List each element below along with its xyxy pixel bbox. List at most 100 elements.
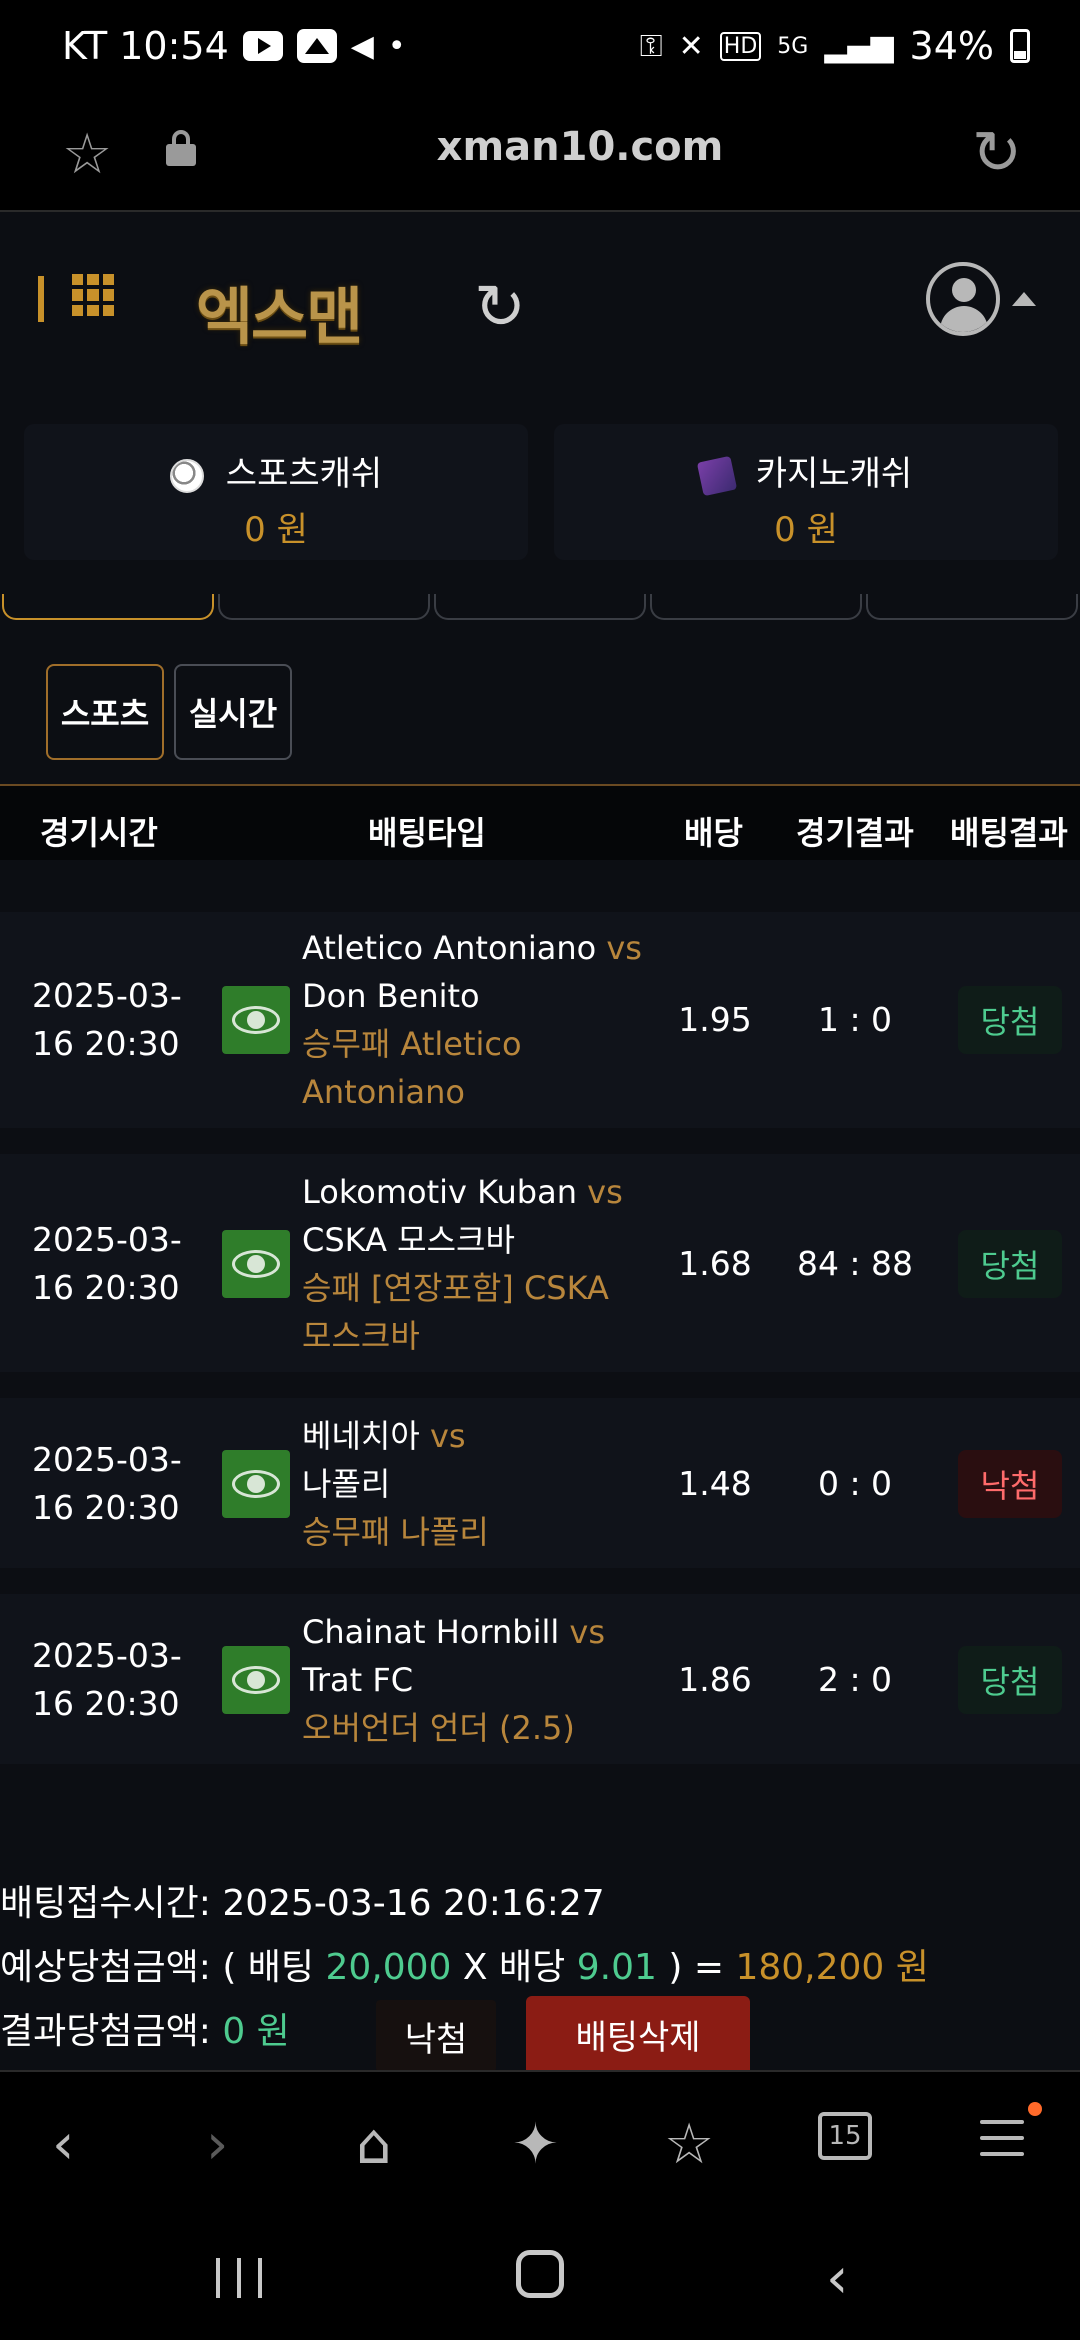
row-time-date: 2025-03- [32, 976, 182, 1015]
casino-cash-amount: 0 원 [774, 510, 838, 550]
sparkle-icon[interactable]: ✦ [512, 2112, 559, 2177]
row-description: Lokomotiv Kuban vs CSKA 모스크바 승패 [연장포함] C… [302, 1168, 642, 1360]
menu-grid-icon[interactable] [72, 274, 114, 316]
eye-icon[interactable] [222, 986, 290, 1054]
row-description: Atletico Antoniano vs Don Benito 승무패 Atl… [302, 924, 642, 1116]
row-time-date: 2025-03- [32, 1440, 182, 1479]
close-eq: ) = [668, 1947, 724, 1988]
browser-toolbar: ‹ › ⌂ ✦ ☆ 15 [0, 2070, 1080, 2210]
total-odds: 9.01 [576, 1947, 657, 1988]
vs-label: vs [429, 1417, 466, 1455]
delete-bet-button[interactable]: 배팅삭제 [526, 1996, 750, 2072]
signal-icon: ▂▄▆ [824, 28, 894, 64]
menu-icon[interactable] [980, 2120, 1024, 2168]
row-time-date: 2025-03- [32, 1220, 182, 1259]
open-paren: ( 배팅 [222, 1947, 315, 1988]
tab-slot-2[interactable] [218, 594, 430, 620]
status-left: KT 10:54 ◀ • [62, 24, 406, 68]
dot-icon: • [387, 28, 406, 64]
home-team: Lokomotiv Kuban [302, 1173, 577, 1211]
away-team: CSKA 모스크바 [302, 1221, 515, 1259]
hd-icon: HD [719, 31, 762, 61]
table-row: 2025-03- 16 20:30 Chainat Hornbill vs Tr… [0, 1594, 1080, 1764]
table-header: 경기시간 배팅타입 배당 경기결과 배팅결과 [0, 786, 1080, 860]
youtube-icon [242, 31, 283, 61]
battery-icon [1010, 29, 1030, 63]
tab-slot-4[interactable] [650, 594, 862, 620]
row-time-hour: 16 20:30 [32, 1684, 180, 1723]
row-score: 0 : 0 [817, 1464, 893, 1503]
row-time: 2025-03- 16 20:30 [32, 972, 182, 1068]
bet-pick: 승무패 나폴리 [302, 1513, 489, 1551]
sports-cash-label: 스포츠캐쉬 [225, 454, 383, 494]
row-odds: 1.48 [678, 1464, 752, 1503]
row-time-hour: 16 20:30 [32, 1024, 180, 1063]
battery-percent: 34% [909, 24, 994, 68]
row-time: 2025-03- 16 20:30 [32, 1632, 182, 1728]
key-icon: ⚿ [639, 28, 663, 64]
reload-icon[interactable]: ↻ [972, 118, 1022, 188]
url-field[interactable]: xman10.com [0, 124, 1080, 170]
bet-pick: 승무패 Atletico [302, 1025, 522, 1063]
header-bet-result: 배팅결과 [950, 814, 1068, 852]
tab-slot-5[interactable] [866, 594, 1078, 620]
row-score: 84 : 88 [796, 1244, 914, 1283]
row-time: 2025-03- 16 20:30 [32, 1436, 182, 1532]
row-score: 2 : 0 [817, 1660, 893, 1699]
user-avatar-icon[interactable] [926, 262, 1000, 336]
bookmarks-icon[interactable]: ☆ [664, 2112, 714, 2177]
bet-amount: 20,000 [325, 1947, 452, 1988]
result-win-line: 결과당첨금액: 0 원 [0, 2002, 290, 2054]
refresh-icon[interactable]: ↻ [474, 270, 526, 343]
home-team: Chainat Hornbill [302, 1613, 560, 1651]
tab-slot-3[interactable] [434, 594, 646, 620]
vs-label: vs [587, 1173, 623, 1211]
expected-amount: 180,200 원 [735, 1947, 929, 1988]
megaphone-icon: ◀ [350, 28, 374, 64]
away-team: 나폴리 [302, 1465, 391, 1503]
accept-time-line: 배팅접수시간: 2025-03-16 20:16:27 [0, 1874, 605, 1926]
result-badge: 당첨 [958, 1230, 1062, 1298]
filter-live-button[interactable]: 실시간 [174, 664, 292, 760]
result-amount: 0 원 [222, 2011, 290, 2052]
row-score: 1 : 0 [817, 1000, 893, 1039]
system-back-icon[interactable]: ‹ [826, 2246, 848, 2311]
table-row: 2025-03- 16 20:30 베네치아 vs 나폴리 승무패 나폴리 1.… [0, 1398, 1080, 1568]
site-logo[interactable]: 엑스맨 [196, 266, 363, 356]
bet-pick-cont: 모스크바 [302, 1317, 420, 1355]
row-time-hour: 16 20:30 [32, 1488, 180, 1527]
away-team: Don Benito [302, 977, 480, 1015]
back-icon[interactable]: ‹ [52, 2112, 74, 2177]
system-nav-bar: ‹ [0, 2210, 1080, 2340]
status-bar: KT 10:54 ◀ • ⚿ ✕ HD 5G ▂▄▆ 34% [0, 0, 1080, 100]
header-accent-bar [38, 276, 44, 322]
forward-icon[interactable]: › [206, 2112, 228, 2177]
home-button-icon[interactable] [516, 2250, 564, 2298]
bet-pick: 승패 [연장포함] CSKA [302, 1269, 609, 1307]
tabs-icon[interactable]: 15 [818, 2112, 872, 2160]
eye-icon[interactable] [222, 1230, 290, 1298]
bet-pick-cont: Antoniano [302, 1073, 465, 1111]
soccer-ball-icon [169, 458, 204, 493]
result-label: 결과당첨금액: [0, 2011, 211, 2052]
address-bar: ☆ xman10.com ↻ [0, 100, 1080, 212]
home-icon[interactable]: ⌂ [356, 2112, 392, 2177]
tab-slot-1[interactable] [2, 594, 214, 620]
recent-apps-icon[interactable] [216, 2258, 262, 2298]
caret-up-icon[interactable] [1012, 292, 1036, 306]
row-odds: 1.86 [678, 1660, 752, 1699]
expected-win-line: 예상당첨금액: ( 배팅 20,000 X 배당 9.01 ) = 180,20… [0, 1938, 929, 1990]
eye-icon[interactable] [222, 1646, 290, 1714]
away-team: Trat FC [302, 1661, 414, 1699]
casino-cash-title: 카지노캐쉬 [554, 446, 1058, 496]
eye-icon[interactable] [222, 1450, 290, 1518]
playing-cards-icon [696, 455, 737, 496]
casino-cash-card: 카지노캐쉬 0 원 [554, 424, 1058, 560]
header-odds: 배당 [684, 814, 743, 852]
tab-strip [0, 594, 1080, 620]
filter-sports-button[interactable]: 스포츠 [46, 664, 164, 760]
result-badge: 낙첨 [958, 1450, 1062, 1518]
row-description: Chainat Hornbill vs Trat FC 오버언더 언더 (2.5… [302, 1608, 642, 1752]
sports-cash-amount: 0 원 [244, 510, 308, 550]
lose-status-button[interactable]: 낙첨 [376, 2000, 496, 2072]
